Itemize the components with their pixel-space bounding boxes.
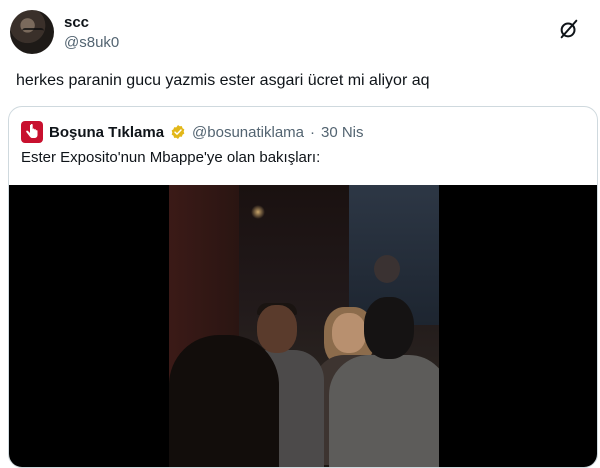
tweet-header: scc @s8uk0 [8,8,592,56]
video-frame [169,185,439,467]
grok-icon[interactable] [558,18,580,40]
author-handle[interactable]: @s8uk0 [64,34,119,51]
cursor-hand-icon [26,124,38,138]
tweet-text: herkes paranin gucu yazmis ester asgari … [16,72,430,89]
quoted-video[interactable] [9,185,597,467]
quoted-author-name[interactable]: Boşuna Tıklama [49,124,164,141]
quoted-header: Boşuna Tıklama @bosunatiklama · 30 Nis [21,121,364,143]
quoted-avatar[interactable] [21,121,43,143]
quoted-text: Ester Exposito'nun Mbappe'ye olan bakışl… [21,149,321,166]
quoted-date[interactable]: 30 Nis [321,124,364,141]
quoted-author-handle[interactable]: @bosunatiklama [192,124,304,141]
author-name[interactable]: scc [64,14,89,31]
author-avatar[interactable] [10,10,54,54]
separator-dot: · [310,123,315,141]
quoted-tweet[interactable]: Boşuna Tıklama @bosunatiklama · 30 Nis E… [8,106,598,468]
verified-badge-icon [171,125,185,139]
